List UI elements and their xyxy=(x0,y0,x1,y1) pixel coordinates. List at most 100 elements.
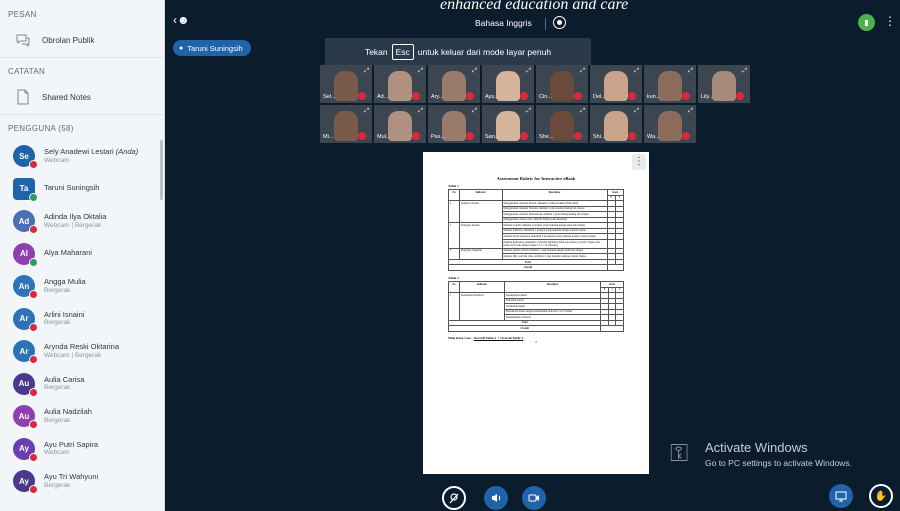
camera-icon[interactable] xyxy=(522,486,546,510)
users-toggle-icon[interactable]: ‹☻ xyxy=(173,13,190,27)
expand-icon[interactable]: ⤢ xyxy=(688,68,693,75)
microphone-icon[interactable] xyxy=(484,486,508,510)
users-section-title: PENGGUNA (58) xyxy=(8,124,74,133)
cell-indicator: Penyajian Tampilan xyxy=(459,247,503,260)
user-info: Sely Anadewi Lestari (Anda) Webcam xyxy=(44,147,139,164)
raise-hand-icon[interactable]: ✋ xyxy=(869,484,893,508)
user-name-text: Aulia Nadzilah xyxy=(44,407,92,417)
webcam-tile[interactable]: ⤢ She... xyxy=(536,105,588,143)
presenter-icon: ● xyxy=(179,44,184,52)
webcam-tile[interactable]: ⤢ Lily... xyxy=(698,65,750,103)
connection-status-icon[interactable]: ▮ xyxy=(858,14,875,31)
shared-notes-item[interactable]: Shared Notes xyxy=(0,83,164,111)
expand-icon[interactable]: ⤢ xyxy=(418,108,423,115)
user-list-item[interactable]: Al Alya Maharani xyxy=(0,238,164,271)
webcam-name: Lily... xyxy=(701,94,714,100)
presenter-name: Taruni Suningsih xyxy=(187,43,243,53)
user-name: Alya Maharani xyxy=(44,249,92,258)
expand-icon[interactable]: ⤢ xyxy=(634,68,639,75)
webcam-tile[interactable]: ⤢ San... xyxy=(482,105,534,143)
user-list-item[interactable]: Ay Ayu Tri Wahyuni Bergerak xyxy=(0,465,164,498)
expand-icon[interactable]: ⤢ xyxy=(418,68,423,75)
user-list-item[interactable]: Au Aulia Nadzilah Bergerak xyxy=(0,400,164,433)
presentation-icon[interactable] xyxy=(829,484,853,508)
cell-no: 3 xyxy=(447,247,461,260)
webcam-tile[interactable]: ⤢ kun... xyxy=(644,65,696,103)
webcam-tile[interactable]: ⤢ Ad... xyxy=(374,65,426,103)
expand-icon[interactable]: ⤢ xyxy=(526,108,531,115)
webcam-tile[interactable]: ⤢ Cin... xyxy=(536,65,588,103)
expand-icon[interactable]: ⤢ xyxy=(364,68,369,75)
muted-mic-icon xyxy=(628,132,636,140)
expand-icon[interactable]: ⤢ xyxy=(472,68,477,75)
avatar: Ar xyxy=(13,340,38,365)
user-list-item[interactable]: Se Sely Anadewi Lestari (Anda) Webcam xyxy=(0,140,164,173)
user-status: Webcam | Bergerak xyxy=(44,351,102,359)
expand-icon[interactable]: ⤢ xyxy=(580,68,585,75)
public-chat-item[interactable]: Obrolan Publik xyxy=(0,26,164,54)
expand-icon[interactable]: ⤢ xyxy=(580,108,585,115)
user-info: Arlini Isnaini Bergerak xyxy=(44,310,84,327)
user-name-text: Arynda Reski Oktarina xyxy=(44,342,120,352)
webcam-video xyxy=(442,111,466,141)
webcam-tile[interactable]: ⤢ Del... xyxy=(590,65,642,103)
user-list-item[interactable]: Au Aulia Carisa Bergerak xyxy=(0,368,164,401)
user-name-text: Ayu Tri Wahyuni xyxy=(44,472,99,482)
webcam-name: Mul... xyxy=(377,134,391,140)
user-list-item[interactable]: Ar Arlini Isnaini Bergerak xyxy=(0,303,164,336)
record-icon[interactable] xyxy=(553,16,566,29)
webcam-tile[interactable]: ⤢ Sel... xyxy=(320,65,372,103)
user-name-text: Ayu Putri Sapira xyxy=(44,439,99,449)
user-list-item[interactable]: Ar Arynda Reski Oktarina Webcam | Bergerak xyxy=(0,335,164,368)
user-info: Aulia Carisa Bergerak xyxy=(44,375,84,392)
sidebar-scrollbar[interactable] xyxy=(160,140,163,200)
user-status: Bergerak xyxy=(44,319,71,327)
expand-icon[interactable]: ⤢ xyxy=(364,108,369,115)
webcam-tile[interactable]: ⤢ Ary... xyxy=(428,65,480,103)
webcam-tile[interactable]: ⤢ Ayu... xyxy=(482,65,534,103)
user-info: Taruni Suningsih xyxy=(44,184,99,193)
table-header: Indicator xyxy=(458,281,505,294)
sidebar: PESAN Obrolan Publik CATATAN Shared Note… xyxy=(0,0,165,511)
avatar: Se xyxy=(13,145,38,170)
user-name: Arynda Reski Oktarina xyxy=(44,342,120,352)
expand-icon[interactable]: ⤢ xyxy=(688,108,693,115)
user-list-item[interactable]: Ta Taruni Suningsih xyxy=(0,173,164,206)
muted-mic-icon xyxy=(682,92,690,100)
user-list-item[interactable]: Ay Ayu Putri Sapira Webcam xyxy=(0,433,164,466)
banner-text-suffix: untuk keluar dari mode layar penuh xyxy=(417,46,552,57)
public-chat-label: Obrolan Publik xyxy=(42,35,95,45)
status-icon xyxy=(29,322,38,332)
user-list-item[interactable]: Ad Adinda Ilya Oktalia Webcam | Bergerak xyxy=(0,205,164,238)
table-header: No xyxy=(447,188,461,202)
meeting-title: Bahasa Inggris xyxy=(475,18,532,28)
webcam-tile[interactable]: ⤢ Mul... xyxy=(374,105,426,143)
user-name-text: Alya Maharani xyxy=(44,248,92,258)
webcam-tile[interactable]: ⤢ Wa... xyxy=(644,105,696,143)
webcam-video xyxy=(550,111,574,141)
webcam-name: Ayu... xyxy=(485,94,499,100)
expand-icon[interactable]: ⤢ xyxy=(472,108,477,115)
leave-audio-icon[interactable] xyxy=(442,486,466,510)
more-options-icon[interactable]: ⋮ xyxy=(884,14,896,28)
expand-icon[interactable]: ⤢ xyxy=(634,108,639,115)
banner-text-prefix: Tekan xyxy=(364,46,388,57)
webcam-name: kun... xyxy=(647,94,661,100)
divider xyxy=(545,18,546,30)
expand-icon[interactable]: ⤢ xyxy=(526,68,531,75)
expand-icon[interactable]: ⤢ xyxy=(742,68,747,75)
slide-options-icon[interactable]: ⋮ xyxy=(632,154,646,170)
webcam-name: San... xyxy=(485,134,500,140)
user-status: Bergerak xyxy=(44,416,71,424)
webcam-video xyxy=(496,111,520,141)
webcam-tile[interactable]: ⤢ Mi... xyxy=(320,105,372,143)
presenter-chip: ● Taruni Suningsih xyxy=(173,40,251,56)
you-label: (Anda) xyxy=(115,147,139,157)
webcam-row: ⤢ Sel... ⤢ Ad... ⤢ Ary... ⤢ Ayu... ⤢ Cin... ⤢ Del..… xyxy=(320,65,760,103)
avatar: Al xyxy=(13,242,38,267)
user-list-item[interactable]: An Angga Mulia Bergerak xyxy=(0,270,164,303)
webcam-tile[interactable]: ⤢ Shi... xyxy=(590,105,642,143)
muted-mic-icon xyxy=(736,92,744,100)
status-icon xyxy=(29,420,38,430)
webcam-tile[interactable]: ⤢ Pas... xyxy=(428,105,480,143)
